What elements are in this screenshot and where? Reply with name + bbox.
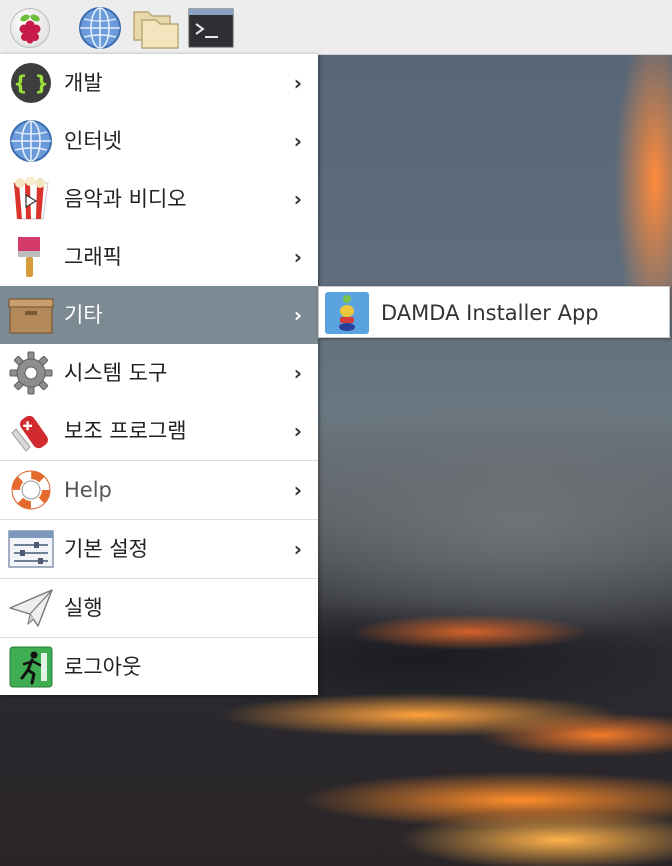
menu-item-graphics[interactable]: 그래픽 › xyxy=(0,228,318,286)
menu-item-label: 인터넷 xyxy=(64,129,122,153)
menu-item-internet[interactable]: 인터넷 › xyxy=(0,112,318,170)
taskbar xyxy=(0,0,672,55)
chevron-right-icon: › xyxy=(293,187,302,211)
menu-item-run[interactable]: 실행 xyxy=(0,579,318,637)
menu-item-other[interactable]: 기타 › xyxy=(0,286,318,344)
archive-box-icon xyxy=(8,298,54,334)
menu-item-label: Help xyxy=(64,478,112,502)
file-manager-button[interactable] xyxy=(132,6,179,50)
menu-item-help[interactable]: Help › xyxy=(0,461,318,519)
globe-icon xyxy=(79,7,121,49)
paintbrush-icon xyxy=(18,237,40,277)
terminal-icon xyxy=(188,8,234,48)
raspberry-menu-button[interactable] xyxy=(8,6,52,50)
menu-item-label: 기본 설정 xyxy=(64,537,148,561)
submenu-item-damda-installer[interactable]: DAMDA Installer App xyxy=(323,290,665,334)
chevron-right-icon: › xyxy=(293,71,302,95)
popcorn-media-icon xyxy=(13,177,49,220)
application-menu: { } 개발 › 인터넷 › 음악과 비디오 › 그래픽 › 기타 › 시스템 … xyxy=(0,54,318,695)
globe-icon xyxy=(10,120,52,162)
submenu-item-label: DAMDA Installer App xyxy=(381,301,599,325)
menu-item-label: 음악과 비디오 xyxy=(64,187,187,211)
paper-plane-icon xyxy=(9,589,53,627)
web-browser-button[interactable] xyxy=(78,6,122,50)
chevron-right-icon: › xyxy=(293,245,302,269)
menu-item-label: 실행 xyxy=(64,596,103,620)
menu-item-accessories[interactable]: 보조 프로그램 › xyxy=(0,402,318,460)
svg-text:{ }: { } xyxy=(13,71,48,95)
menu-item-label: 개발 xyxy=(64,71,103,95)
chevron-right-icon: › xyxy=(293,537,302,561)
submenu-other: DAMDA Installer App xyxy=(318,286,670,338)
chevron-right-icon: › xyxy=(293,129,302,153)
chevron-right-icon: › xyxy=(293,303,302,327)
menu-item-sound-video[interactable]: 음악과 비디오 › xyxy=(0,170,318,228)
terminal-button[interactable] xyxy=(188,6,234,50)
folder-icon xyxy=(133,11,179,49)
menu-item-preferences[interactable]: 기본 설정 › xyxy=(0,520,318,578)
chevron-right-icon: › xyxy=(293,361,302,385)
swiss-knife-icon xyxy=(11,415,48,452)
chevron-right-icon: › xyxy=(293,478,302,502)
raspberry-menu-icon xyxy=(10,8,50,48)
exit-running-man-icon xyxy=(9,646,53,688)
menu-item-label: 그래픽 xyxy=(64,245,122,269)
damda-app-icon xyxy=(325,292,369,334)
settings-sliders-icon xyxy=(8,530,54,568)
menu-item-label: 시스템 도구 xyxy=(64,361,168,385)
lifebuoy-icon xyxy=(11,470,51,510)
code-braces-icon: { } xyxy=(11,63,51,103)
menu-item-programming[interactable]: { } 개발 › xyxy=(0,54,318,112)
menu-item-label: 로그아웃 xyxy=(64,655,142,679)
menu-item-logout[interactable]: 로그아웃 xyxy=(0,638,318,696)
menu-item-label: 기타 xyxy=(64,303,103,327)
menu-item-system-tools[interactable]: 시스템 도구 › xyxy=(0,344,318,402)
chevron-right-icon: › xyxy=(293,419,302,443)
gear-icon xyxy=(9,351,53,395)
menu-item-label: 보조 프로그램 xyxy=(64,419,187,443)
